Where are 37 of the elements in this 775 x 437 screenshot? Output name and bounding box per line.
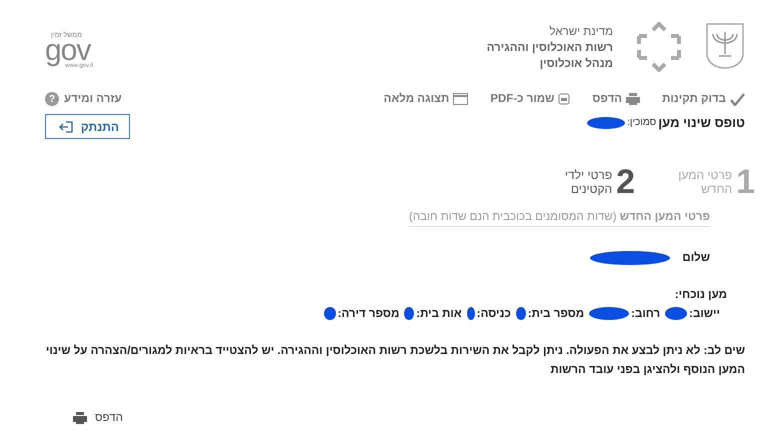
print-link[interactable]: הדפס [73,412,123,424]
help-link[interactable]: עזרה ומידע ? [45,92,122,106]
field-label: כניסה: [476,308,511,320]
window-icon [453,93,468,105]
field-label: מספר דירה: [338,308,400,320]
redaction-mark [324,307,336,320]
field-label: מספר בית: [528,308,584,320]
organization-name: מנהל אוכלוסין [538,56,613,72]
logout-button[interactable]: התנתק [45,114,130,139]
emblem-icon [705,22,745,70]
printer-icon [73,412,87,424]
organization-name: רשות האוכלוסין וההגירה [486,40,613,56]
redaction-mark [516,307,526,320]
toolbar-button[interactable]: תצוגה מלאה [384,93,468,105]
field-label: רחוב: [631,308,660,320]
toolbar-button[interactable]: בדוק תקינות [662,92,745,106]
logout-icon [58,120,73,132]
redaction-mark [587,116,626,128]
toolbar-button[interactable]: הדפס [592,93,640,105]
field-label: יישוב: [689,308,720,320]
field-label: אות בית: [416,308,462,320]
redaction-mark [466,307,475,320]
section-heading: פרטי המען החדש (שדות המסומנים בכוכבית הנם שדות חובה) [409,211,710,227]
reference-label: סמוכין: [627,117,656,128]
document-icon [558,93,570,105]
redaction-mark [589,307,630,320]
address-heading: מען נוכחי: [674,289,727,301]
notice-text: שים לב: לא ניתן לבצע את הפעולה. ניתן לקבל את השירות בלשכת רשות האוכלוסין וההגירה. יש להצטייד בראיות למגורים/הצהרה על שינוי המען הנוסף ולהציגן בפני עובד הרשות [45,344,745,378]
toolbar-button[interactable]: שמור כ-PDF [490,93,570,105]
organization-name: מדינת ישראל [548,24,613,40]
help-icon: ? [45,92,59,106]
redaction-mark [404,307,414,320]
printer-icon [626,93,640,105]
checkmark-icon [730,92,745,106]
form-title: טופס שינוי מען [658,115,745,130]
greeting-text: שלום [682,252,710,264]
redaction-mark [665,307,688,320]
